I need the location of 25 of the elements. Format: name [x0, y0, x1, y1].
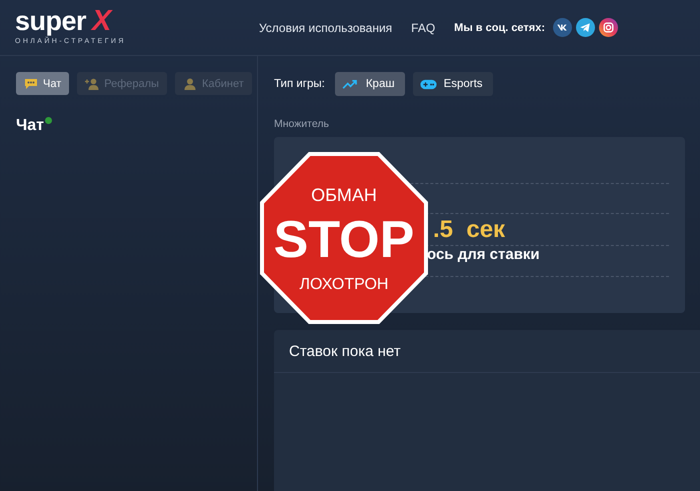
game-type-button[interactable]: Esports: [412, 72, 493, 96]
bets-title: Ставок пока нет: [289, 342, 401, 360]
chat-title: Чат: [16, 117, 44, 135]
social-label: Мы в соц. сетях:: [454, 22, 545, 34]
game-type-button[interactable]: Краш: [334, 72, 405, 96]
countdown-note: ось для ставки: [427, 246, 540, 263]
sidebar-tab[interactable]: Чат: [16, 72, 70, 95]
logo-mark: X: [92, 4, 112, 36]
paper-plane-icon[interactable]: [576, 18, 595, 37]
logo-word: super: [15, 6, 86, 36]
nav-link[interactable]: Условия использования: [258, 20, 392, 34]
sign-caption: ЛОХОТРОН: [300, 276, 388, 294]
gamepad-icon: [420, 78, 437, 90]
camera-icon[interactable]: [599, 18, 618, 37]
multiplier-label: Множитель: [274, 118, 330, 130]
user-icon: [182, 78, 197, 90]
nav-link[interactable]: FAQ: [411, 20, 436, 34]
trend-icon: [342, 78, 359, 90]
sign-caption: ОБМАН: [311, 184, 377, 206]
chat-icon: [24, 78, 38, 90]
stop-text: STOP: [274, 214, 414, 266]
vk-icon[interactable]: [553, 18, 572, 37]
countdown-text: .5 сек: [433, 216, 506, 244]
add-user-icon: [85, 78, 100, 90]
game-type-label: Тип игры:: [274, 78, 325, 90]
